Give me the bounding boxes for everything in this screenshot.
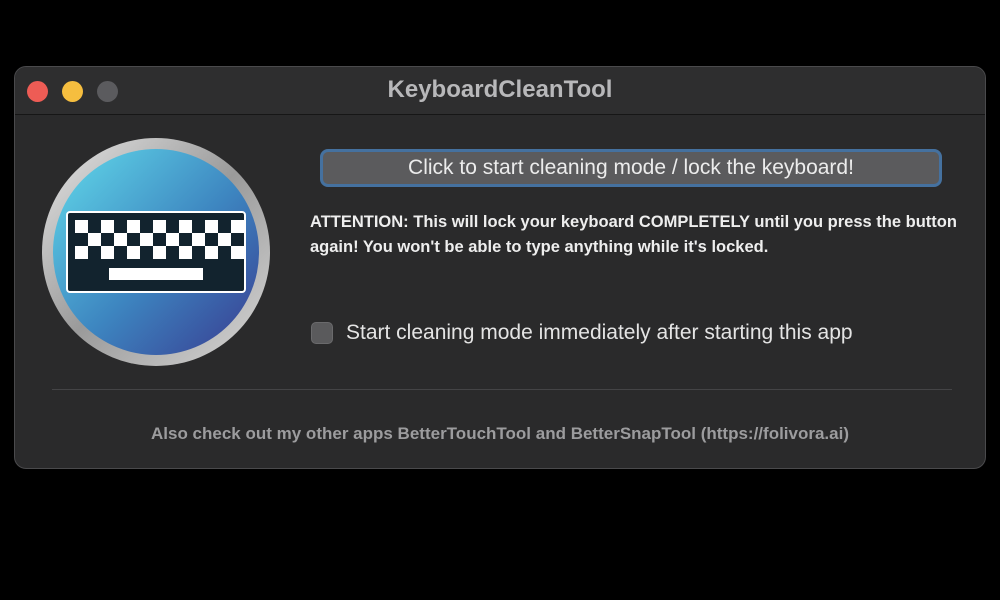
- footer-promo-text: Also check out my other apps BetterTouch…: [151, 424, 849, 443]
- key-square: [114, 233, 127, 246]
- key-square: [205, 220, 218, 233]
- auto-start-checkbox-row[interactable]: Start cleaning mode immediately after st…: [311, 319, 853, 347]
- key-square: [153, 246, 166, 259]
- divider: [52, 389, 952, 390]
- key-square: [231, 246, 244, 259]
- key-square: [101, 246, 114, 259]
- auto-start-checkbox[interactable]: [311, 322, 333, 344]
- keyboard-clean-app-icon: [42, 138, 270, 366]
- spacebar-key: [109, 268, 203, 280]
- key-square: [140, 233, 153, 246]
- key-square: [127, 246, 140, 259]
- auto-start-checkbox-label[interactable]: Start cleaning mode immediately after st…: [346, 321, 853, 345]
- app-window: KeyboardCleanTool Click to start cleanin…: [14, 66, 986, 469]
- key-square: [88, 233, 101, 246]
- key-square: [101, 220, 114, 233]
- key-square: [166, 233, 179, 246]
- key-square: [75, 220, 88, 233]
- key-square: [179, 246, 192, 259]
- key-square: [205, 246, 218, 259]
- window-title: KeyboardCleanTool: [387, 76, 613, 103]
- key-square: [127, 220, 140, 233]
- key-square: [75, 246, 88, 259]
- key-square: [218, 233, 231, 246]
- attention-warning-text: ATTENTION: This will lock your keyboard …: [310, 213, 957, 256]
- key-square: [192, 233, 205, 246]
- key-square: [153, 220, 166, 233]
- key-square: [179, 220, 192, 233]
- keyboard-icon: [66, 211, 246, 293]
- start-cleaning-mode-button[interactable]: Click to start cleaning mode / lock the …: [320, 149, 942, 187]
- title-bar[interactable]: KeyboardCleanTool: [15, 67, 985, 115]
- key-square: [231, 220, 244, 233]
